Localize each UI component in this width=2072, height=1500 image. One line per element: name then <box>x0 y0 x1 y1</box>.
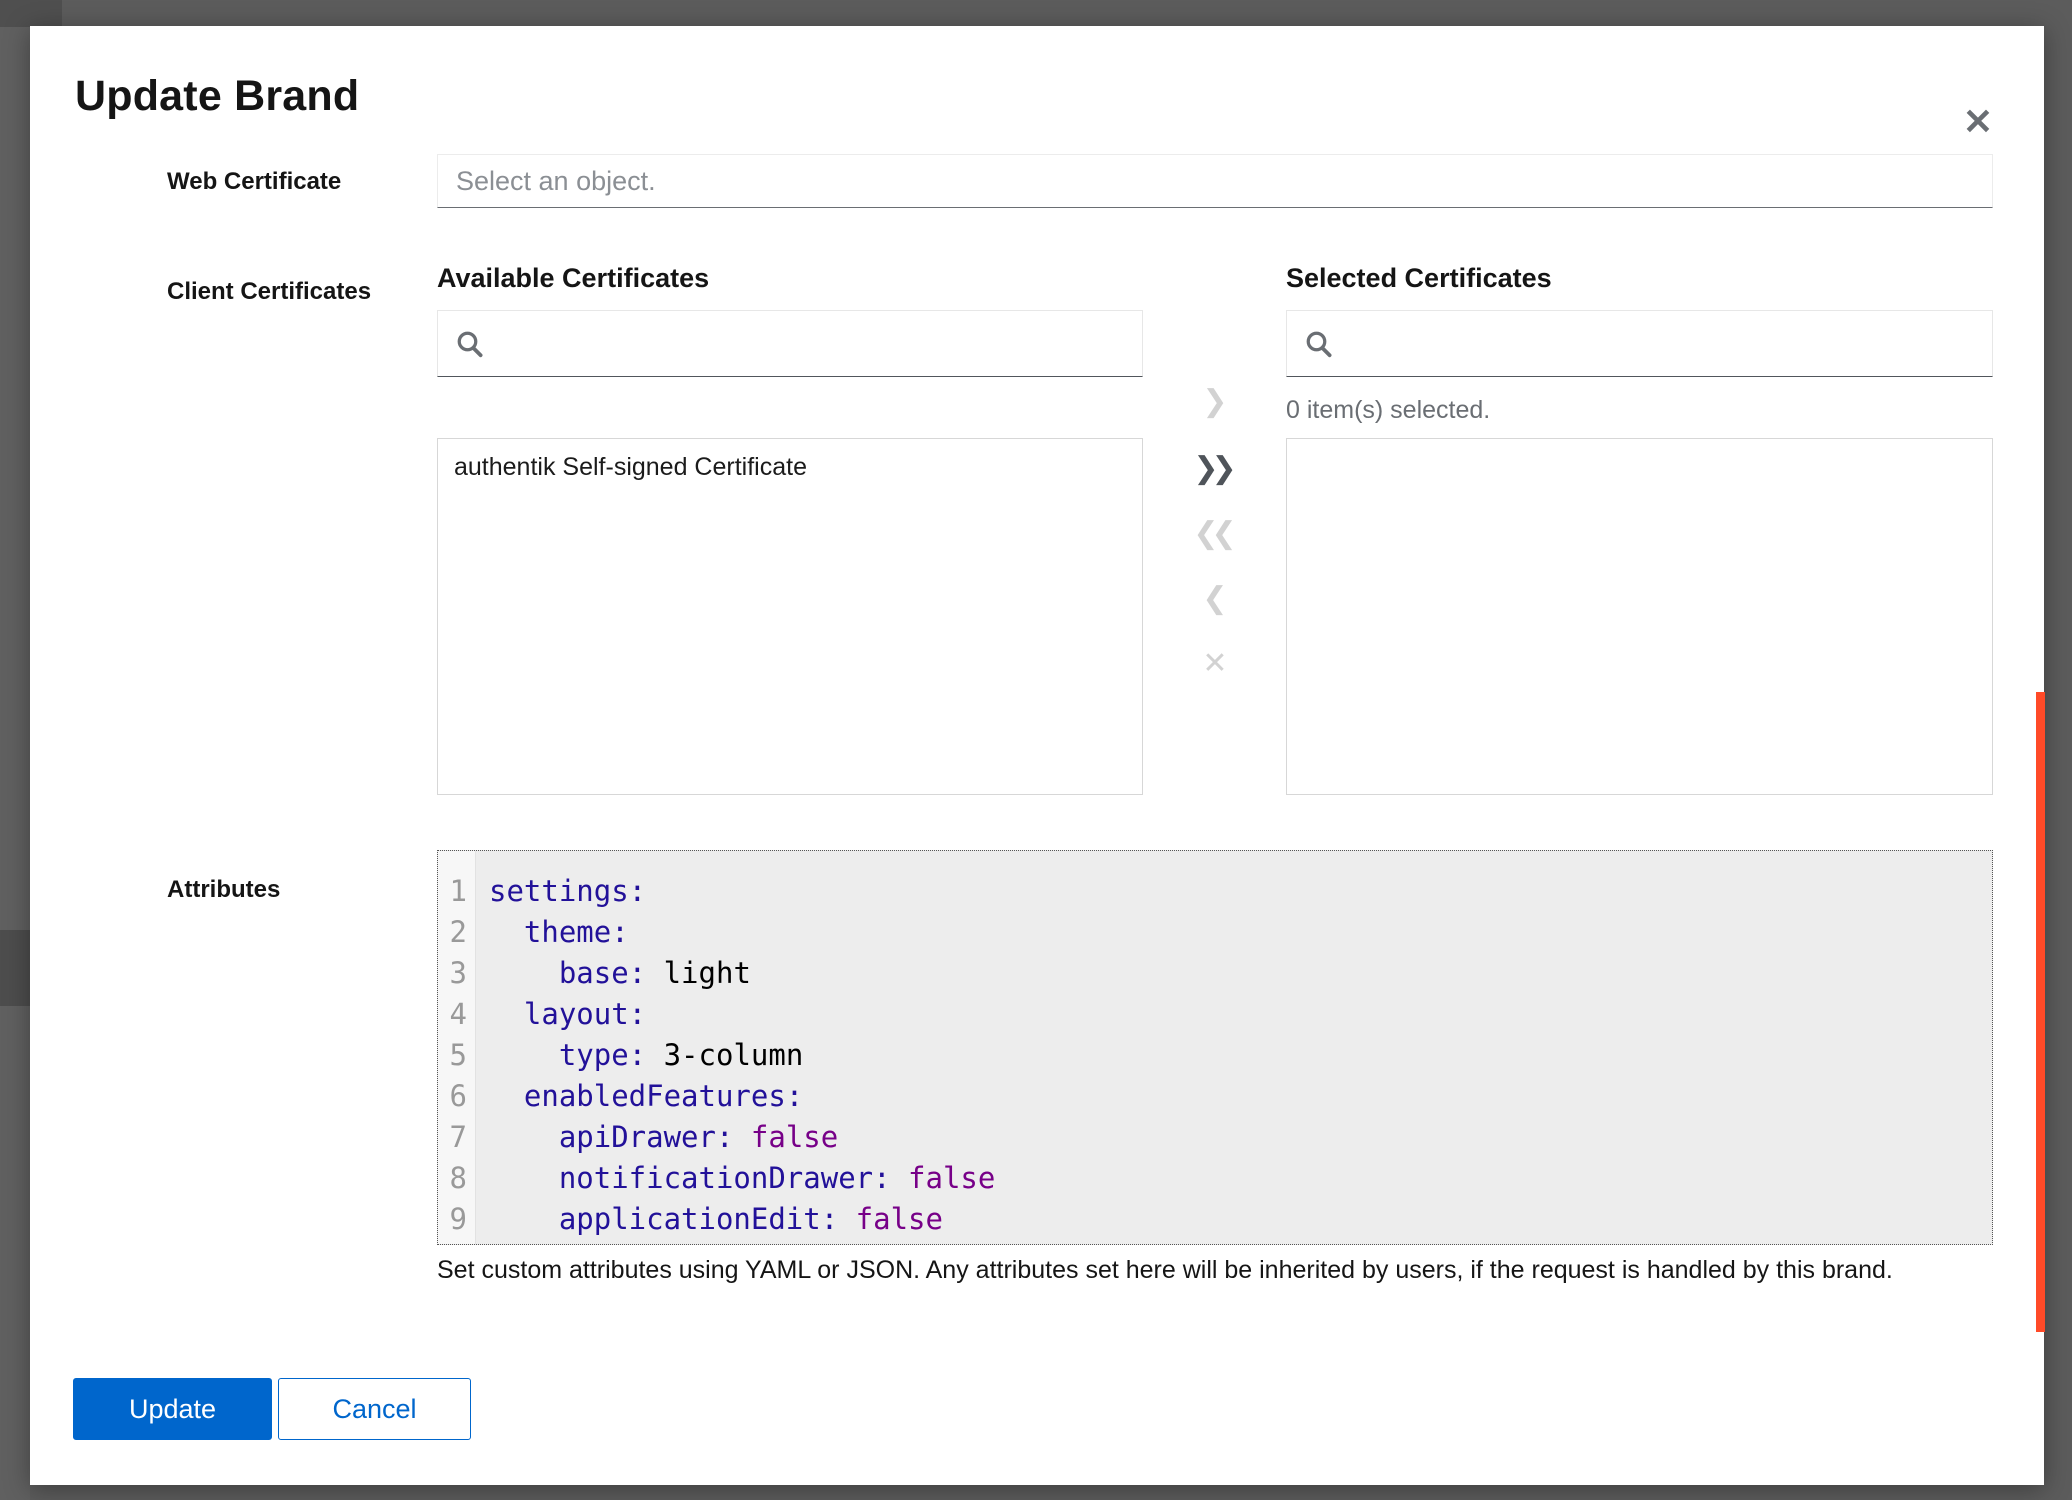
code-line: 4 layout: <box>438 994 1992 1035</box>
line-number: 2 <box>438 912 476 953</box>
clear-selection-button[interactable]: ✕ <box>1182 642 1248 686</box>
code-line: 8 notificationDrawer: false <box>438 1158 1992 1199</box>
move-all-left-button[interactable]: ❮❮ <box>1182 512 1248 556</box>
line-number: 5 <box>438 1035 476 1076</box>
modal-scrollbar-thumb[interactable] <box>2036 692 2045 1332</box>
line-number: 9 <box>438 1199 476 1240</box>
code-line: 2 theme: <box>438 912 1992 953</box>
code-line: 5 type: 3-column <box>438 1035 1992 1076</box>
web-certificate-select[interactable] <box>437 154 1993 208</box>
list-item-certificate[interactable]: authentik Self-signed Certificate <box>438 439 1142 496</box>
move-right-button[interactable]: ❯ <box>1182 380 1248 424</box>
cancel-button[interactable]: Cancel <box>278 1378 471 1440</box>
available-certificates-list[interactable]: authentik Self-signed Certificate <box>437 438 1143 795</box>
available-search <box>437 310 1143 377</box>
move-all-right-button[interactable]: ❯❯ <box>1182 447 1248 491</box>
available-certificates-heading: Available Certificates <box>437 258 709 298</box>
code-line: 6 enabledFeatures: <box>438 1076 1992 1117</box>
code-line: 7 apiDrawer: false <box>438 1117 1992 1158</box>
backdrop-sidebar-active-item <box>0 930 30 1006</box>
update-brand-modal: Update Brand ✕ Web Certificate Client Ce… <box>30 26 2044 1485</box>
code-line: 1 settings: <box>438 871 1992 912</box>
selected-certificates-list[interactable] <box>1286 438 1993 795</box>
available-search-input[interactable] <box>437 310 1143 377</box>
close-icon: ✕ <box>1963 101 1993 142</box>
chevron-double-right-icon: ❯❯ <box>1193 451 1229 486</box>
selected-search <box>1286 310 1993 377</box>
attributes-helper-text: Set custom attributes using YAML or JSON… <box>437 1252 1993 1288</box>
modal-title: Update Brand <box>75 72 359 121</box>
selected-count-status: 0 item(s) selected. <box>1286 392 1490 428</box>
web-certificate-label: Web Certificate <box>167 162 341 202</box>
chevron-right-icon: ❯ <box>1202 384 1227 419</box>
close-button[interactable]: ✕ <box>1952 96 2004 148</box>
code-line: 3 base: light <box>438 953 1992 994</box>
attributes-label: Attributes <box>167 870 280 910</box>
line-number: 8 <box>438 1158 476 1199</box>
line-number: 4 <box>438 994 476 1035</box>
move-left-button[interactable]: ❮ <box>1182 577 1248 621</box>
line-number: 3 <box>438 953 476 994</box>
code-line: 9 applicationEdit: false <box>438 1199 1992 1240</box>
backdrop-header-corner <box>0 0 62 27</box>
selected-certificates-heading: Selected Certificates <box>1286 258 1552 298</box>
update-button[interactable]: Update <box>73 1378 272 1440</box>
x-icon: ✕ <box>1202 646 1227 681</box>
chevron-double-left-icon: ❮❮ <box>1193 516 1229 551</box>
chevron-left-icon: ❮ <box>1202 581 1227 616</box>
client-certificates-label: Client Certificates <box>167 272 371 312</box>
line-number: 7 <box>438 1117 476 1158</box>
line-number: 1 <box>438 871 476 912</box>
backdrop-sidebar <box>0 0 30 1500</box>
line-number: 6 <box>438 1076 476 1117</box>
selected-search-input[interactable] <box>1286 310 1993 377</box>
attributes-code-editor[interactable]: 1 settings: 2 theme: 3 base: light 4 lay… <box>437 850 1993 1245</box>
